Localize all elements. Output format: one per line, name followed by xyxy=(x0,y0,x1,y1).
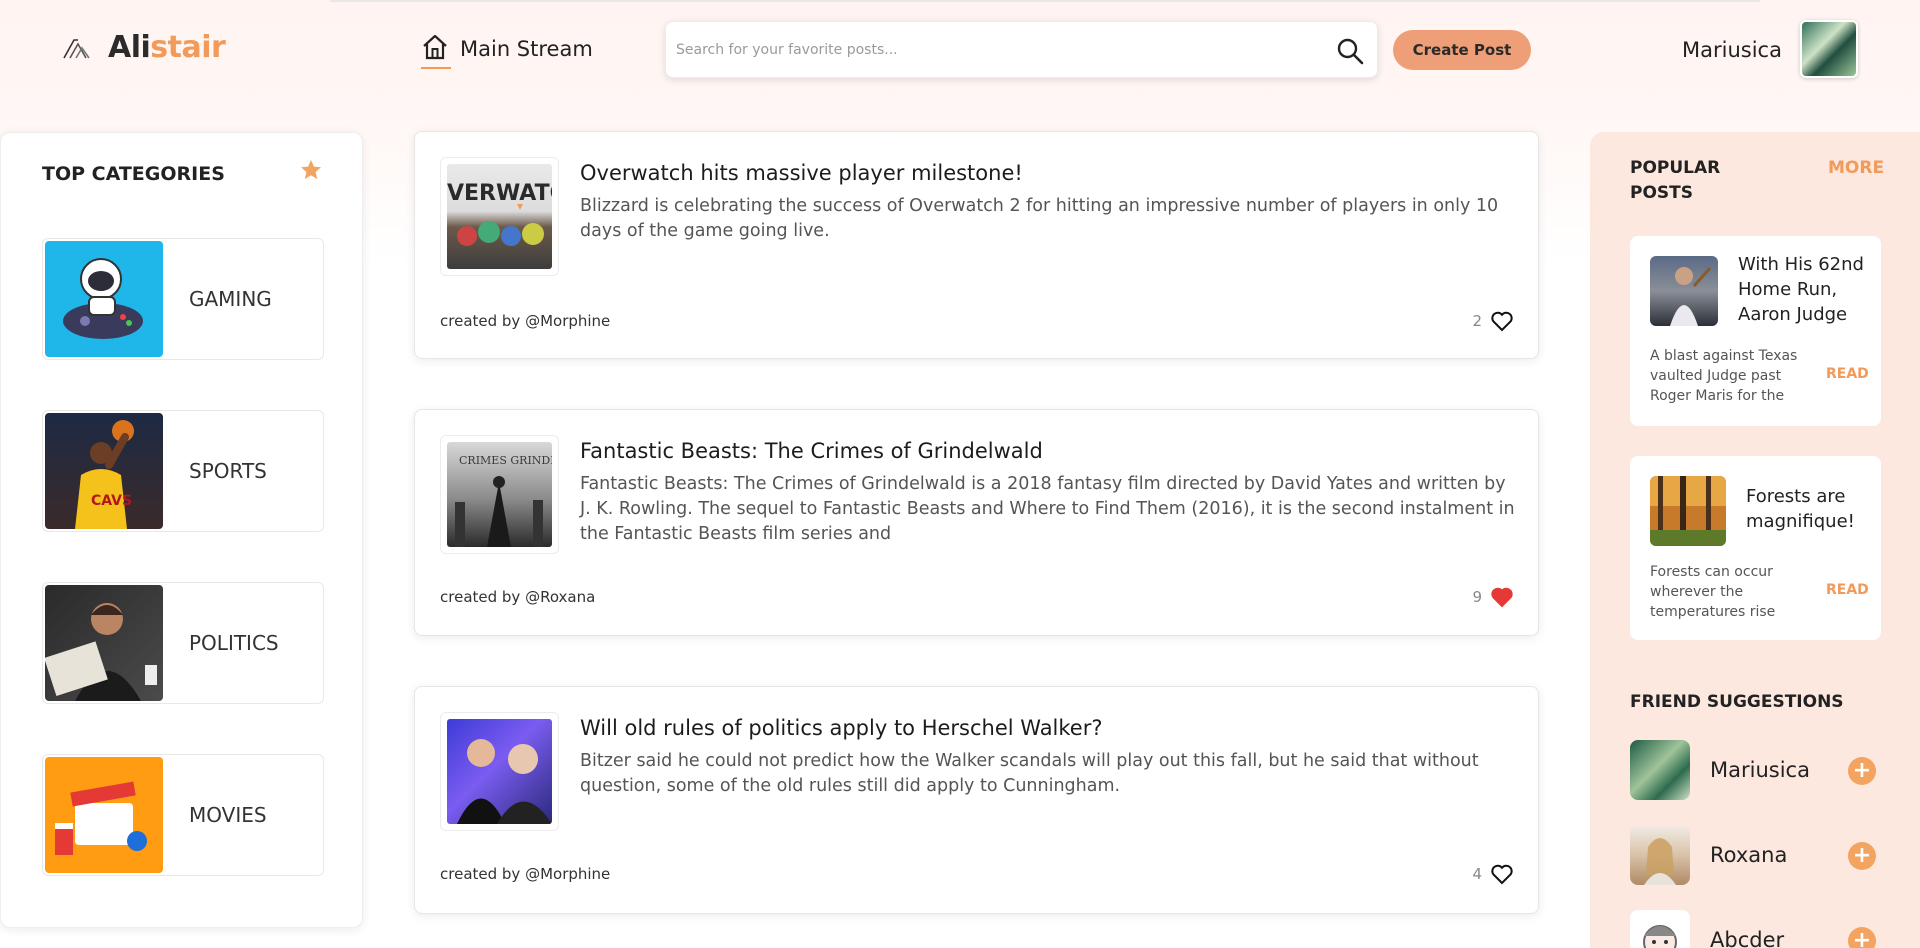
post-thumbnail: CRIMES GRINDELWALD xyxy=(440,435,559,554)
post-author[interactable]: created by @Morphine xyxy=(440,865,610,883)
heart-icon[interactable] xyxy=(1490,863,1514,885)
sports-thumbnail: CAVS xyxy=(45,413,163,529)
category-gaming[interactable]: GAMING xyxy=(42,238,324,360)
friend-avatar[interactable] xyxy=(1630,910,1690,948)
nav-main-stream[interactable]: Main Stream xyxy=(420,33,593,69)
post-author[interactable]: created by @Roxana xyxy=(440,588,595,606)
friend-avatar[interactable] xyxy=(1630,825,1690,885)
popular-post-thumbnail xyxy=(1650,476,1726,546)
popular-post-title: With His 62nd Home Run, Aaron Judge xyxy=(1738,254,1864,325)
heart-icon[interactable] xyxy=(1490,310,1514,332)
post-body: Fantastic Beasts: The Crimes of Grindelw… xyxy=(580,474,1515,544)
search-icon[interactable] xyxy=(1335,36,1365,66)
add-friend-button[interactable]: + xyxy=(1848,757,1876,785)
right-sidebar: POPULAR POSTS MORE With His 62nd Home Ru… xyxy=(1590,132,1920,948)
post-likes: 4 xyxy=(1472,863,1514,885)
friend-name[interactable]: Roxana xyxy=(1710,843,1787,867)
post-author[interactable]: created by @Morphine xyxy=(440,312,610,330)
popular-post-title: Forests are magnifique! xyxy=(1746,486,1855,532)
like-count: 2 xyxy=(1472,312,1482,330)
post-title[interactable]: Will old rules of politics apply to Hers… xyxy=(580,716,1103,740)
more-link[interactable]: MORE xyxy=(1828,158,1884,178)
friend-suggestion: Mariusica + xyxy=(1630,740,1880,800)
post-body: Blizzard is celebrating the success of O… xyxy=(580,196,1499,241)
post-likes: 9 xyxy=(1472,586,1514,608)
category-politics[interactable]: POLITICS xyxy=(42,582,324,704)
create-post-button[interactable]: Create Post xyxy=(1393,30,1531,70)
search-input[interactable] xyxy=(676,32,1316,68)
post-card[interactable]: Will old rules of politics apply to Hers… xyxy=(414,686,1539,914)
category-sports[interactable]: CAVS SPORTS xyxy=(42,410,324,532)
add-friend-button[interactable]: + xyxy=(1848,927,1876,948)
top-categories-panel: TOP CATEGORIES GAMING CAVS SPORTS POLITI… xyxy=(0,132,363,928)
like-count: 4 xyxy=(1472,865,1482,883)
friend-name[interactable]: Mariusica xyxy=(1710,758,1810,782)
category-label: MOVIES xyxy=(189,803,267,827)
post-thumb-text: VERWATC xyxy=(447,181,552,206)
friend-suggestions-title: FRIEND SUGGESTIONS xyxy=(1630,692,1844,712)
politics-thumbnail xyxy=(45,585,163,701)
category-label: SPORTS xyxy=(189,459,267,483)
top-categories-title: TOP CATEGORIES xyxy=(42,163,225,185)
read-link[interactable]: READ xyxy=(1826,366,1869,382)
post-card[interactable]: CRIMES GRINDELWALD Fantastic Beasts: The… xyxy=(414,409,1539,636)
post-title[interactable]: Overwatch hits massive player milestone! xyxy=(580,161,1023,185)
popular-post-thumbnail xyxy=(1650,256,1718,326)
post-title[interactable]: Fantastic Beasts: The Crimes of Grindelw… xyxy=(580,439,1043,463)
add-friend-button[interactable]: + xyxy=(1848,842,1876,870)
popular-post-card[interactable]: With His 62nd Home Run, Aaron Judge A bl… xyxy=(1630,236,1881,426)
friend-name[interactable]: Abcder xyxy=(1710,928,1784,948)
category-movies[interactable]: MOVIES xyxy=(42,754,324,876)
top-divider xyxy=(330,0,1760,2)
brand-name: Alistair xyxy=(108,30,226,65)
like-count: 9 xyxy=(1472,588,1482,606)
home-icon xyxy=(420,33,451,69)
category-label: POLITICS xyxy=(189,631,279,655)
logo-mark-icon xyxy=(63,38,90,58)
post-thumb-text: CRIMES GRINDELWALD xyxy=(459,454,552,467)
gaming-thumbnail xyxy=(45,241,163,357)
read-link[interactable]: READ xyxy=(1826,582,1869,598)
post-likes: 2 xyxy=(1472,310,1514,332)
post-body: Bitzer said he could not predict how the… xyxy=(580,751,1479,796)
post-thumbnail: VERWATC xyxy=(440,157,559,276)
main-stream-label: Main Stream xyxy=(460,37,593,61)
active-nav-underline xyxy=(421,67,451,69)
user-avatar[interactable] xyxy=(1800,20,1858,78)
popular-post-excerpt: Forests can occur wherever the temperatu… xyxy=(1650,564,1776,620)
post-thumbnail xyxy=(440,712,559,831)
svg-text:CAVS: CAVS xyxy=(91,493,132,509)
friend-avatar[interactable] xyxy=(1630,740,1690,800)
heart-filled-icon[interactable] xyxy=(1490,586,1514,608)
popular-posts-title: POPULAR POSTS xyxy=(1630,158,1721,203)
popular-post-excerpt: A blast against Texas vaulted Judge past… xyxy=(1650,348,1798,404)
brand-logo[interactable]: Alistair xyxy=(62,30,226,65)
popular-post-card[interactable]: Forests are magnifique! Forests can occu… xyxy=(1630,456,1881,640)
friend-suggestion: Abcder + xyxy=(1630,910,1880,948)
search-bar xyxy=(665,21,1378,78)
post-card[interactable]: VERWATC Overwatch hits massive player mi… xyxy=(414,131,1539,359)
star-icon xyxy=(301,160,321,179)
friend-suggestion: Roxana + xyxy=(1630,825,1880,885)
category-label: GAMING xyxy=(189,287,272,311)
movies-thumbnail xyxy=(45,757,163,873)
current-username[interactable]: Mariusica xyxy=(1682,38,1782,62)
